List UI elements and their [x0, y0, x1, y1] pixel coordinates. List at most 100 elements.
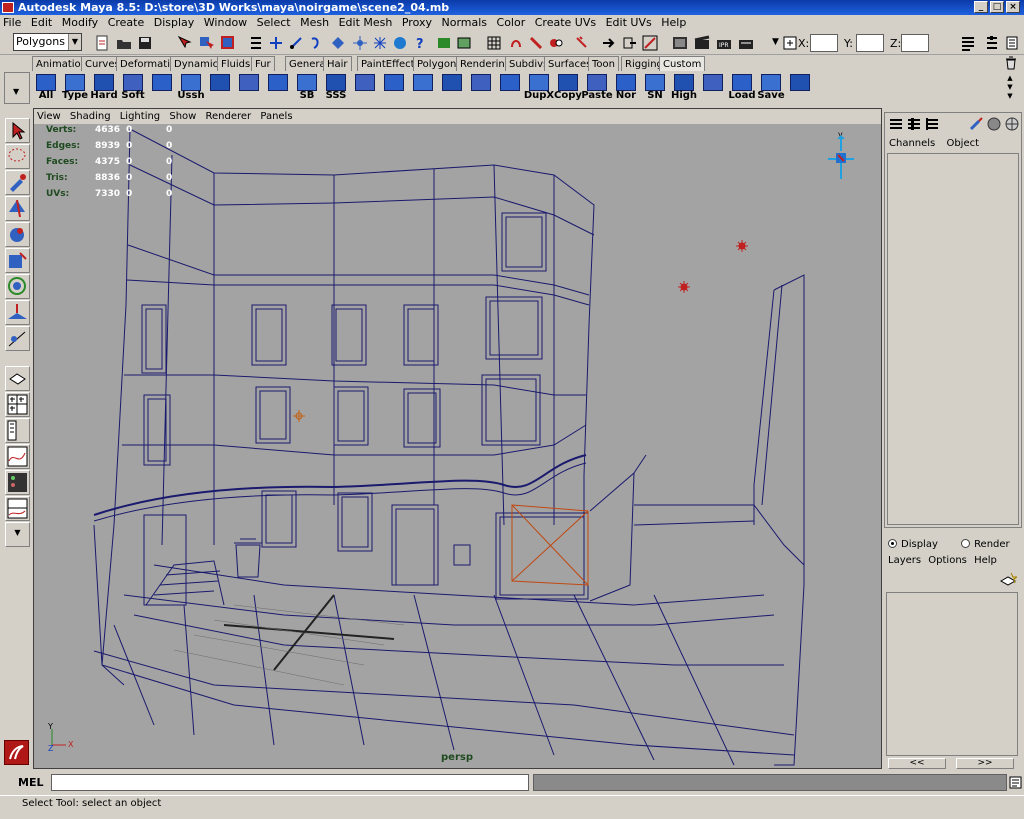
scroll-right-button[interactable]: >> [956, 758, 1014, 769]
mel-input[interactable] [51, 774, 529, 791]
uv-mask-icon[interactable] [330, 35, 346, 51]
tab-fur[interactable]: Fur [251, 56, 275, 71]
snap-grid-icon[interactable] [352, 35, 368, 51]
rotate-tool-button[interactable] [5, 222, 30, 247]
render-mode-radio[interactable]: Render [961, 539, 1010, 550]
snap-point-icon[interactable] [392, 35, 408, 51]
layout-persp-graph-button[interactable] [5, 496, 30, 521]
scale-tool-button[interactable] [5, 248, 30, 273]
viewport-menu-show[interactable]: Show [166, 111, 199, 122]
shelf-button-5[interactable]: Ussh [177, 72, 205, 102]
face-mask-icon[interactable] [308, 35, 324, 51]
snap-curve-icon[interactable] [372, 35, 388, 51]
viewport-menu-view[interactable]: View [34, 111, 64, 122]
wireframe-ball-icon[interactable] [1005, 117, 1019, 131]
menu-modify[interactable]: Modify [59, 16, 101, 29]
edge-mask-icon[interactable] [288, 35, 304, 51]
minimize-button[interactable]: _ [974, 1, 988, 13]
view-cube-icon[interactable]: y [826, 129, 856, 185]
layer-list[interactable] [886, 592, 1018, 756]
menu-color[interactable]: Color [494, 16, 529, 29]
select-component-icon[interactable] [220, 35, 236, 51]
y-field[interactable] [856, 34, 884, 52]
channel-list[interactable] [887, 153, 1019, 525]
open-scene-icon[interactable] [116, 35, 132, 51]
render-settings-icon[interactable] [528, 35, 544, 51]
shelf-button-10[interactable]: SSS [322, 72, 350, 102]
layers-menu[interactable]: Layers [888, 555, 921, 566]
tab-toon[interactable]: Toon [588, 56, 619, 71]
move-tool-button[interactable] [5, 196, 30, 221]
attribute-editor-icon[interactable] [960, 35, 976, 51]
menu-mesh[interactable]: Mesh [297, 16, 332, 29]
select-object-icon[interactable] [198, 35, 214, 51]
render-view-icon[interactable] [672, 35, 688, 51]
new-layer-icon[interactable] [999, 571, 1017, 589]
ipr-icon[interactable]: IPR [716, 35, 732, 51]
ipr-render-icon[interactable] [508, 35, 524, 51]
render-globals-icon[interactable] [738, 35, 754, 51]
menuset-dropdown[interactable]: Polygons ▼ [13, 33, 82, 51]
menu-help[interactable]: Help [658, 16, 689, 29]
shelf-button-26[interactable] [786, 72, 814, 102]
paint-icon[interactable] [969, 117, 983, 131]
tool-settings-icon[interactable] [984, 35, 1000, 51]
viewport-menu-panels[interactable]: Panels [257, 111, 295, 122]
shading-ball-icon[interactable] [987, 117, 1001, 131]
select-by-type-icon[interactable] [248, 35, 264, 51]
menu-window[interactable]: Window [201, 16, 250, 29]
shelf-button-6[interactable] [206, 72, 234, 102]
lasso-tool-button[interactable] [5, 144, 30, 169]
shelf-button-3[interactable]: Soft [119, 72, 147, 102]
tool-view-icon[interactable] [925, 117, 939, 131]
mel-label[interactable]: MEL [18, 776, 43, 789]
shelf-button-15[interactable] [467, 72, 495, 102]
layout-more-button[interactable]: ▼ [5, 522, 30, 547]
layout-outliner-button[interactable] [5, 418, 30, 443]
shelf-scroll[interactable]: ▲ ▼ ▼ [1004, 74, 1016, 102]
universal-manipulator-button[interactable] [5, 274, 30, 299]
object-menu[interactable]: Object [946, 138, 979, 149]
output-line-icon[interactable] [622, 35, 638, 51]
menu-normals[interactable]: Normals [438, 16, 490, 29]
options-menu[interactable]: Options [928, 555, 967, 566]
menu-edit-mesh[interactable]: Edit Mesh [336, 16, 396, 29]
perspective-viewport[interactable]: View Shading Lighting Show Renderer Pane… [33, 108, 882, 769]
viewport-menu-lighting[interactable]: Lighting [117, 111, 163, 122]
menu-edit[interactable]: Edit [28, 16, 55, 29]
show-manipulator-button[interactable] [5, 326, 30, 351]
layout-hypershade-button[interactable] [5, 470, 30, 495]
soft-mod-tool-button[interactable] [5, 300, 30, 325]
shelf-button-25[interactable]: Save [757, 72, 785, 102]
tab-fluids[interactable]: Fluids [217, 56, 255, 71]
scroll-left-button[interactable]: << [888, 758, 946, 769]
layout-single-button[interactable] [5, 366, 30, 391]
save-scene-icon[interactable] [137, 35, 153, 51]
construction-history-icon[interactable] [456, 35, 472, 51]
menu-create-uvs[interactable]: Create UVs [532, 16, 599, 29]
hypershade-icon[interactable] [548, 35, 564, 51]
new-scene-icon[interactable] [94, 35, 110, 51]
select-hierarchy-icon[interactable] [176, 35, 192, 51]
attribute-view-icon[interactable] [907, 117, 921, 131]
channel-box-view-icon[interactable] [889, 117, 903, 131]
channel-box-icon[interactable] [1004, 35, 1020, 51]
display-mode-radio[interactable]: Display [888, 539, 938, 550]
x-field[interactable] [810, 34, 838, 52]
tab-custom[interactable]: Custom [659, 56, 706, 71]
clapper-icon[interactable] [694, 35, 710, 51]
select-tool-button[interactable] [5, 118, 30, 143]
paint-select-tool-button[interactable] [5, 170, 30, 195]
magnet-icon[interactable] [574, 35, 590, 51]
tab-hair[interactable]: Hair [323, 56, 352, 71]
menu-proxy[interactable]: Proxy [399, 16, 435, 29]
trash-icon[interactable] [1004, 56, 1018, 70]
menu-display[interactable]: Display [151, 16, 198, 29]
shelf-button-14[interactable] [438, 72, 466, 102]
relative-transform-icon[interactable] [782, 35, 798, 51]
close-button[interactable]: × [1006, 1, 1020, 13]
menu-file[interactable]: File [0, 16, 24, 29]
layout-four-button[interactable] [5, 392, 30, 417]
dropdown-arrow[interactable]: ▼ [772, 37, 779, 47]
script-editor-icon[interactable] [1009, 776, 1022, 789]
